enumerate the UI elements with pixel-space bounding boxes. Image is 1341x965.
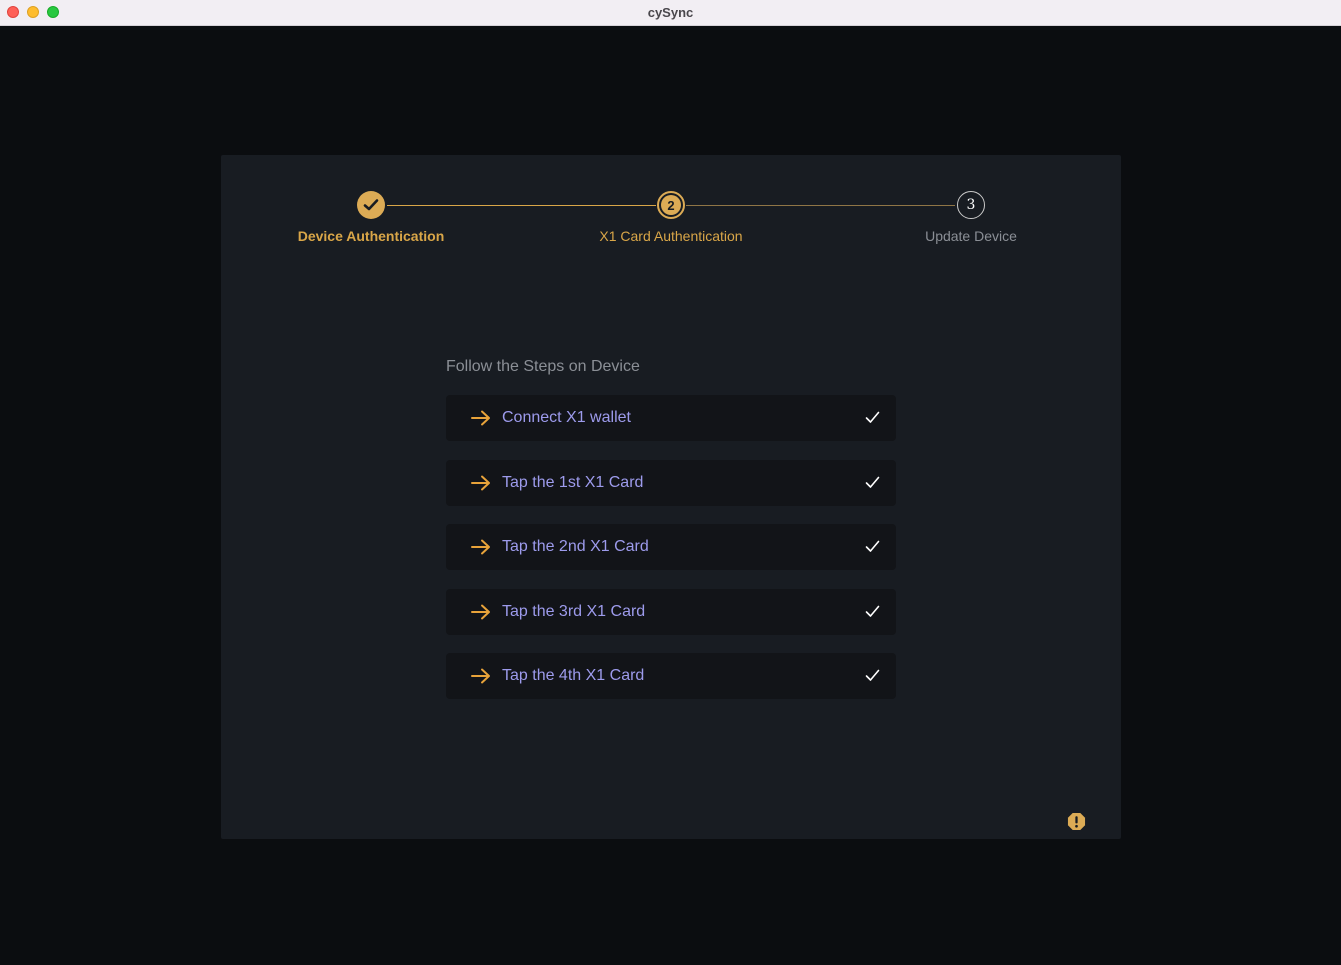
instructions-heading: Follow the Steps on Device	[446, 358, 640, 375]
authentication-card: Device Authentication 2 X1 Card Authenti…	[221, 155, 1121, 839]
task-list: Connect X1 wallet Tap the 1st X1 Card Ta…	[446, 395, 896, 718]
step-number: 3	[957, 191, 985, 219]
arrow-right-icon	[471, 539, 490, 555]
step-number: 2	[661, 195, 681, 215]
task-label: Connect X1 wallet	[502, 409, 631, 426]
step-x1-card-authentication: 2 X1 Card Authentication	[571, 191, 771, 244]
step-label: Device Authentication	[297, 228, 445, 244]
step-device-authentication: Device Authentication	[271, 191, 471, 244]
check-icon	[865, 476, 880, 488]
check-icon	[865, 669, 880, 681]
arrow-right-icon	[471, 668, 490, 684]
step-label: Update Device	[925, 228, 1017, 244]
step-done-indicator	[357, 191, 385, 219]
task-label: Tap the 3rd X1 Card	[502, 602, 646, 620]
check-icon	[865, 411, 880, 423]
task-label: Tap the 4th X1 Card	[502, 667, 645, 684]
progress-stepper: Device Authentication 2 X1 Card Authenti…	[221, 155, 1121, 265]
task-label: Tap the 2nd X1 Card	[502, 538, 649, 555]
arrow-right-icon	[471, 475, 490, 490]
window-title: cySync	[647, 5, 694, 20]
check-icon	[865, 605, 880, 617]
arrow-right-icon	[471, 604, 490, 619]
task-item: Tap the 4th X1 Card	[446, 653, 896, 699]
step-update-device: 3 Update Device	[871, 191, 1071, 244]
task-item: Tap the 1st X1 Card	[446, 459, 896, 506]
check-icon	[865, 540, 880, 552]
task-item: Tap the 3rd X1 Card	[446, 588, 896, 635]
task-item: Tap the 2nd X1 Card	[446, 524, 896, 570]
arrow-right-icon	[471, 410, 490, 426]
task-label: Tap the 1st X1 Card	[502, 473, 644, 491]
task-item: Connect X1 wallet	[446, 395, 896, 441]
step-label: X1 Card Authentication	[599, 228, 743, 244]
app-window: Device Authentication 2 X1 Card Authenti…	[0, 26, 1341, 965]
step-active-indicator: 2	[657, 191, 685, 219]
alert-octagon-icon[interactable]	[1067, 812, 1086, 831]
title-bar: cySync	[0, 0, 1341, 26]
check-icon	[363, 199, 379, 211]
